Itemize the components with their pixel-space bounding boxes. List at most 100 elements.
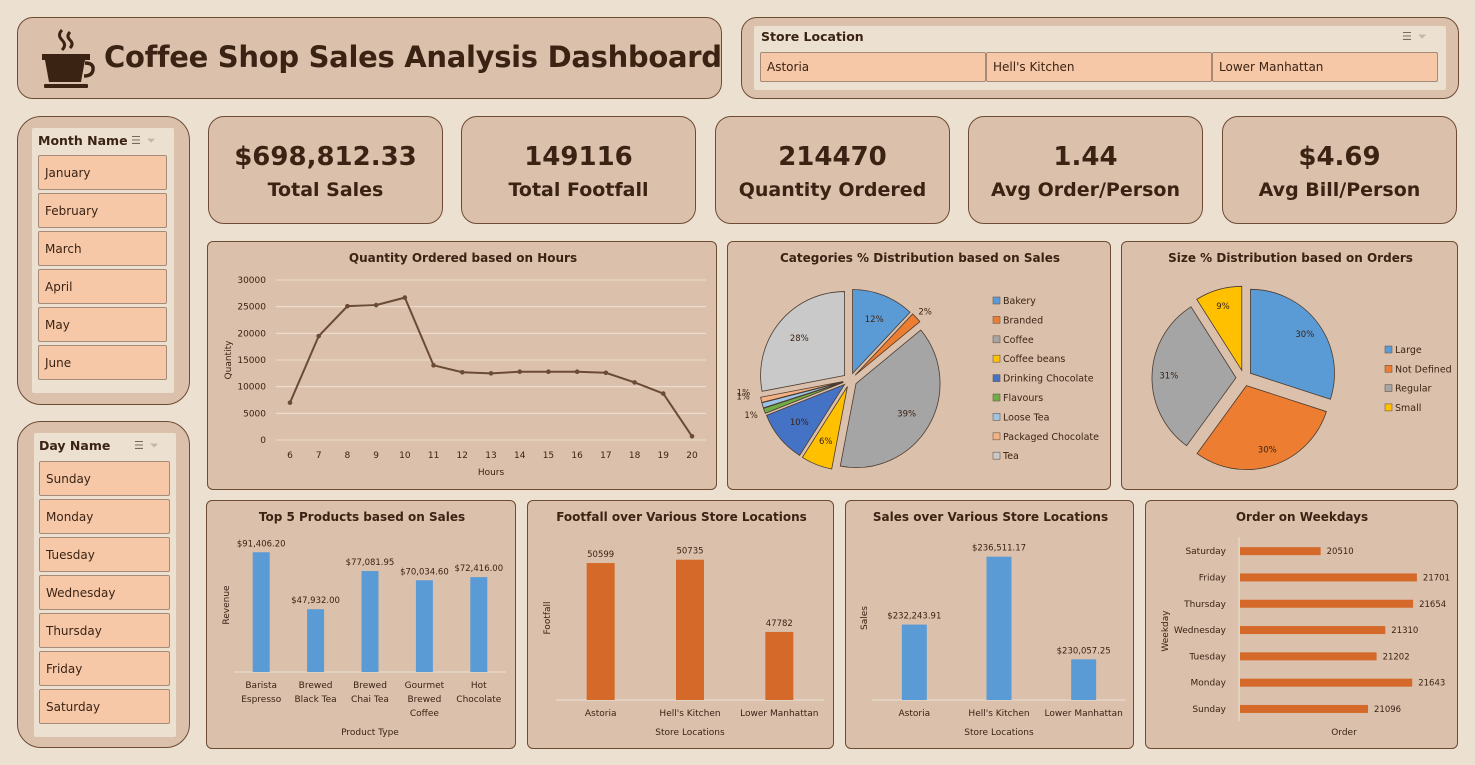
dashboard-title-panel: Coffee Shop Sales Analysis Dashboard <box>17 17 722 99</box>
slicer-item-february[interactable]: February <box>38 193 167 228</box>
y-tick-label: Sunday <box>1192 705 1226 715</box>
slicer-header: Month Name <box>38 133 128 148</box>
chart-title: Size % Distribution based on Orders <box>1168 251 1413 265</box>
legend-swatch <box>992 296 1001 305</box>
data-label: 47782 <box>766 619 793 629</box>
slicer-item-lower-manhattan[interactable]: Lower Manhattan <box>1212 52 1438 82</box>
kpi-label: Avg Bill/Person <box>1258 179 1421 201</box>
data-label: $230,057.25 <box>1057 646 1111 656</box>
y-axis-label: Revenue <box>222 585 232 625</box>
y-axis-label: Quantity <box>224 340 234 380</box>
data-point <box>316 333 322 339</box>
x-tick-label: Lower Manhattan <box>1045 709 1123 719</box>
pie-slice <box>1250 288 1335 400</box>
month-name-slicer: Month Name ☰⏷ January February March April M… <box>17 116 190 405</box>
data-label: 1% <box>737 388 751 398</box>
legend-swatch <box>992 432 1001 441</box>
x-tick-label: Hot Chocolate <box>456 681 501 705</box>
slicer-item-march[interactable]: March <box>38 231 167 266</box>
slicer-item-astoria[interactable]: Astoria <box>760 52 986 82</box>
x-tick-label: 14 <box>514 451 526 461</box>
data-label: 10% <box>790 418 809 428</box>
category-distribution-pie-chart: Categories % Distribution based on Sales… <box>727 241 1111 490</box>
y-tick-label: Saturday <box>1185 547 1226 557</box>
y-tick-label: 30000 <box>237 276 266 286</box>
x-tick-label: 18 <box>629 451 641 461</box>
x-tick-label: Brewed Chai Tea <box>351 681 389 705</box>
slicer-item-saturday[interactable]: Saturday <box>39 689 170 724</box>
legend-swatch <box>992 413 1001 421</box>
day-name-slicer: Day Name ☰⏷ Sunday Monday Tuesday Wednesday… <box>17 421 190 748</box>
slicer-icons: ☰⏷ <box>134 439 165 453</box>
x-tick-label: Astoria <box>899 709 931 719</box>
bar <box>307 609 325 672</box>
kpi-value: 214470 <box>778 142 887 172</box>
data-label: $91,406.20 <box>237 539 286 549</box>
clear-filter-icon[interactable]: ⏷ <box>150 439 165 452</box>
slicer-item-tuesday[interactable]: Tuesday <box>39 537 170 572</box>
data-label: 21643 <box>1418 679 1445 689</box>
x-tick-label: 16 <box>571 451 583 461</box>
slicer-item-monday[interactable]: Monday <box>39 499 170 534</box>
x-tick-label: Hell's Kitchen <box>659 709 720 719</box>
data-label: 21096 <box>1374 705 1401 715</box>
data-point <box>373 302 379 308</box>
data-label: 30% <box>1295 330 1314 340</box>
legend-swatch <box>992 335 1001 344</box>
chart-title: Categories % Distribution based on Sales <box>780 251 1060 265</box>
slicer-item-june[interactable]: June <box>38 345 167 380</box>
slicer-item-hells-kitchen[interactable]: Hell's Kitchen <box>986 52 1212 82</box>
legend-label: Packaged Chocolate <box>1003 432 1099 443</box>
data-point <box>660 391 666 396</box>
size-distribution-pie-chart: Size % Distribution based on Orders 30% 30… <box>1121 241 1458 490</box>
kpi-label: Total Footfall <box>508 179 649 201</box>
bar <box>415 580 433 672</box>
data-label: 21654 <box>1419 600 1446 610</box>
legend-label: Regular <box>1395 384 1432 395</box>
chart-title: Top 5 Products based on Sales <box>259 510 465 524</box>
y-tick-label: Monday <box>1190 679 1226 689</box>
legend-swatch <box>992 316 1001 324</box>
multi-select-icon[interactable]: ☰ <box>1402 30 1418 43</box>
coffee-cup-icon <box>42 28 95 88</box>
bar <box>676 559 704 700</box>
weekday-orders-bar-chart: Order on Weekdays 20510 Saturday 21701 Frida… <box>1145 500 1458 749</box>
clear-filter-icon[interactable]: ⏷ <box>1418 30 1433 43</box>
data-point <box>517 369 523 375</box>
slicer-item-friday[interactable]: Friday <box>39 651 170 686</box>
top-products-bar-chart: Top 5 Products based on Sales $91,406.20 B… <box>206 500 516 749</box>
multi-select-icon[interactable]: ☰ <box>134 439 150 452</box>
y-axis-label: Sales <box>860 606 870 630</box>
bar <box>1240 678 1413 687</box>
x-tick-label: 6 <box>287 451 293 461</box>
legend-label: Branded <box>1003 315 1043 326</box>
slicer-item-wednesday[interactable]: Wednesday <box>39 575 170 610</box>
legend-label: Tea <box>1002 451 1019 462</box>
slicer-item-thursday[interactable]: Thursday <box>39 613 170 648</box>
x-tick-label: 8 <box>345 451 351 461</box>
multi-select-icon[interactable]: ☰ <box>131 134 147 147</box>
data-label: 30% <box>1258 446 1277 456</box>
page-title: Coffee Shop Sales Analysis Dashboard <box>104 40 722 74</box>
bar <box>1240 704 1369 713</box>
data-label: $70,034.60 <box>400 567 449 577</box>
slicer-item-sunday[interactable]: Sunday <box>39 461 170 496</box>
clear-filter-icon[interactable]: ⏷ <box>147 134 162 147</box>
y-tick-label: 0 <box>260 436 266 446</box>
data-label: $77,081.95 <box>346 558 395 568</box>
y-tick-label: 15000 <box>237 356 266 366</box>
kpi-value: $4.69 <box>1298 142 1381 172</box>
x-tick-label: Hell's Kitchen <box>968 709 1029 719</box>
legend-swatch <box>992 451 1001 460</box>
data-label: 20510 <box>1327 547 1354 557</box>
x-axis-label: Hours <box>478 468 505 478</box>
slicer-item-january[interactable]: January <box>38 155 167 190</box>
slicer-header: Day Name <box>39 438 111 453</box>
data-point <box>546 369 551 375</box>
data-label: 21701 <box>1423 573 1450 583</box>
x-tick-label: 11 <box>428 451 439 461</box>
slicer-item-may[interactable]: May <box>38 307 167 342</box>
slicer-item-april[interactable]: April <box>38 269 167 304</box>
legend-label: Drinking Chocolate <box>1003 374 1094 385</box>
x-tick-label: 20 <box>686 451 698 461</box>
